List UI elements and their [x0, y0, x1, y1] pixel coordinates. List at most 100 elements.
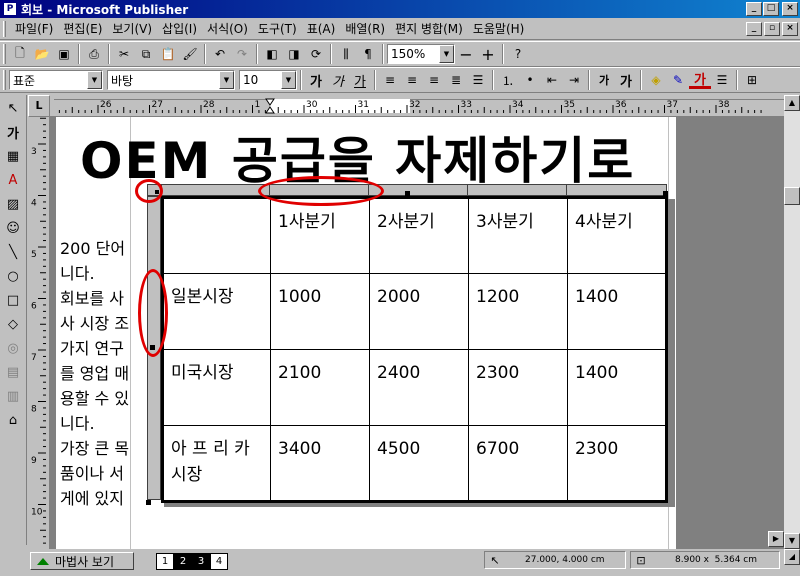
- style-select[interactable]: 표준 ▼: [9, 70, 103, 90]
- toolbar-grip[interactable]: [3, 70, 6, 90]
- italic-button[interactable]: 가: [327, 69, 349, 91]
- chevron-down-icon[interactable]: ▼: [439, 45, 454, 63]
- body-text-frame[interactable]: 200 단어 니다. 회보를 사 사 시장 조 가지 연구 를 영업 매 용할 …: [60, 236, 138, 511]
- chevron-down-icon[interactable]: ▼: [87, 71, 102, 89]
- publisher-app-icon[interactable]: P: [3, 2, 17, 16]
- data-table[interactable]: 1사분기 2사분기 3사분기 4사분기 일본시장 1000 2000 1200 …: [161, 196, 668, 503]
- save-disk-icon[interactable]: ▣: [53, 43, 75, 65]
- table-cell[interactable]: [162, 197, 271, 274]
- column-selector[interactable]: [162, 185, 270, 195]
- help-icon[interactable]: ?: [507, 43, 529, 65]
- scroll-up-icon[interactable]: ▲: [784, 95, 800, 111]
- columns-icon[interactable]: ⫼: [335, 43, 357, 65]
- zoom-in-icon[interactable]: +: [477, 43, 499, 65]
- menu-insert[interactable]: 삽입(I): [157, 20, 202, 37]
- table-cell[interactable]: 1400: [567, 349, 667, 426]
- paragraph-mark-icon[interactable]: ¶: [357, 43, 379, 65]
- vertical-ruler[interactable]: 34567891011: [28, 117, 50, 549]
- table-frame-icon[interactable]: ▦: [2, 145, 24, 167]
- table-cell[interactable]: 일본시장: [162, 273, 271, 350]
- menu-format[interactable]: 서식(O): [202, 20, 253, 37]
- table-header-cell[interactable]: 4사분기: [567, 197, 667, 274]
- minimize-button[interactable]: _: [746, 2, 762, 16]
- align-left-icon[interactable]: ≡: [379, 69, 401, 91]
- column-selector-bar[interactable]: [161, 184, 667, 196]
- column-selector[interactable]: [567, 185, 666, 195]
- chevron-down-icon[interactable]: ▼: [219, 71, 234, 89]
- numbering-icon[interactable]: ⒈: [497, 69, 519, 91]
- format-painter-icon[interactable]: 🖌: [179, 43, 201, 65]
- resize-handle[interactable]: [663, 191, 668, 196]
- font-size-select[interactable]: 10 ▼: [239, 70, 297, 90]
- bring-to-front-icon[interactable]: ◧: [261, 43, 283, 65]
- bullets-icon[interactable]: •: [519, 69, 541, 91]
- table-header-cell[interactable]: 3사분기: [468, 197, 568, 274]
- align-center-icon[interactable]: ≡: [401, 69, 423, 91]
- menu-mail-merge[interactable]: 편지 병합(M): [390, 20, 468, 37]
- show-wizard-button[interactable]: 마법사 보기: [30, 552, 134, 570]
- line-style-icon[interactable]: ☰: [711, 69, 733, 91]
- oval-tool-icon[interactable]: ○: [2, 265, 24, 287]
- maximize-button[interactable]: □: [763, 2, 779, 16]
- menu-file[interactable]: 파일(F): [10, 20, 58, 37]
- doc-close-button[interactable]: ×: [782, 21, 798, 36]
- doc-restore-button[interactable]: ▫: [764, 21, 780, 36]
- first-indent-marker[interactable]: [265, 98, 275, 106]
- copy-icon[interactable]: ⧉: [135, 43, 157, 65]
- pointer-icon[interactable]: ↖: [2, 97, 24, 119]
- table-header-cell[interactable]: 1사분기: [270, 197, 370, 274]
- scroll-thumb[interactable]: [784, 187, 800, 205]
- resize-handle[interactable]: [405, 191, 410, 196]
- resize-handle[interactable]: [146, 500, 151, 505]
- menu-view[interactable]: 보기(V): [107, 20, 157, 37]
- decrease-indent-icon[interactable]: ⇤: [541, 69, 563, 91]
- menu-help[interactable]: 도움말(H): [468, 20, 530, 37]
- menu-table[interactable]: 표(A): [302, 20, 341, 37]
- paste-icon[interactable]: 📋: [157, 43, 179, 65]
- bold-button[interactable]: 가: [305, 69, 327, 91]
- chevron-down-icon[interactable]: ▼: [281, 71, 296, 89]
- table-cell[interactable]: 2300: [567, 425, 667, 502]
- ruler-corner[interactable]: L: [28, 95, 50, 117]
- table-cell[interactable]: 2400: [369, 349, 469, 426]
- justify-icon[interactable]: ≣: [445, 69, 467, 91]
- cut-scissors-icon[interactable]: ✂: [113, 43, 135, 65]
- picture-frame-icon[interactable]: ▨: [2, 193, 24, 215]
- table-cell[interactable]: 2300: [468, 349, 568, 426]
- table-cell[interactable]: 미국시장: [162, 349, 271, 426]
- resize-grip[interactable]: ◢: [784, 549, 800, 565]
- publication-page[interactable]: OEM 공급을 자제하기로 200 단어 니다. 회보를 사 사 시장 조 가지…: [56, 117, 676, 549]
- design-gallery-icon[interactable]: ⌂: [2, 409, 24, 431]
- table-cell[interactable]: 아 프 리 카 시장: [162, 425, 271, 502]
- page-button[interactable]: 3: [192, 553, 210, 570]
- table-cell[interactable]: 2100: [270, 349, 370, 426]
- table-cell[interactable]: 4500: [369, 425, 469, 502]
- clipart-icon[interactable]: ☺: [2, 217, 24, 239]
- distribute-icon[interactable]: ☰: [467, 69, 489, 91]
- grow-font-button[interactable]: 가: [615, 69, 637, 91]
- wordart-icon[interactable]: A: [2, 169, 24, 191]
- rectangle-tool-icon[interactable]: □: [2, 289, 24, 311]
- table-cell[interactable]: 6700: [468, 425, 568, 502]
- custom-shape-icon[interactable]: ◇: [2, 313, 24, 335]
- close-button[interactable]: ×: [782, 2, 798, 16]
- html-fragment-icon[interactable]: ▤: [2, 361, 24, 383]
- send-to-back-icon[interactable]: ◨: [283, 43, 305, 65]
- line-color-icon[interactable]: ✎: [667, 69, 689, 91]
- hotspot-icon[interactable]: ▥: [2, 385, 24, 407]
- vertical-scrollbar[interactable]: ▲ ▼: [784, 95, 800, 549]
- toolbar-grip[interactable]: [3, 44, 6, 64]
- page-button[interactable]: 1: [156, 553, 174, 570]
- horizontal-ruler[interactable]: 26 27 28 1 30 31 32 33 34 35 36 37 38: [50, 95, 784, 117]
- increase-indent-icon[interactable]: ⇥: [563, 69, 585, 91]
- line-tool-icon[interactable]: ╲: [2, 241, 24, 263]
- underline-button[interactable]: 가: [349, 69, 371, 91]
- column-selector[interactable]: [468, 185, 567, 195]
- scroll-down-icon[interactable]: ▼: [784, 533, 800, 549]
- undo-icon[interactable]: ↶: [209, 43, 231, 65]
- print-icon[interactable]: ⎙: [83, 43, 105, 65]
- doc-minimize-button[interactable]: _: [746, 21, 762, 36]
- new-file-icon[interactable]: 🗋: [9, 43, 31, 65]
- font-select[interactable]: 바탕 ▼: [107, 70, 235, 90]
- table-cell[interactable]: 3400: [270, 425, 370, 502]
